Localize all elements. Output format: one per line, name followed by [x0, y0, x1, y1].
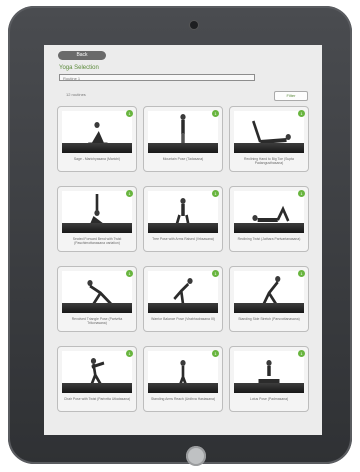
app-screen: Back Yoga Selection Routine 1 12 routine… [44, 45, 322, 435]
pose-photo [234, 111, 304, 153]
pose-card-frame: 1 Reclining Hand to Big Toe (Supta Padang… [229, 106, 309, 172]
pose-card-frame: 1 Revolved Triangle Pose (Parivrtta Triko… [57, 266, 137, 332]
pose-photo [234, 351, 304, 393]
pose-photo [234, 271, 304, 313]
floor-mat [62, 143, 132, 153]
pose-caption: Seated Forward Bend with Twist (Paschimo… [72, 237, 122, 245]
pose-card[interactable]: 1 Revolved Triangle Pose (Parivrtta Triko… [54, 263, 140, 335]
floor-mat [148, 383, 218, 393]
selected-badge[interactable]: 1 [212, 270, 219, 277]
pose-photo [148, 351, 218, 393]
selected-badge[interactable]: 1 [212, 110, 219, 117]
pose-caption: Warrior Balance Pose (Virabhadrasana III… [151, 317, 215, 321]
selected-badge[interactable]: 1 [126, 110, 133, 117]
pose-caption: Standing Arms Reach (Urdhva Hastasana) [150, 397, 216, 401]
floor-mat [148, 143, 218, 153]
pose-caption: Standing Side Stretch (Parsvottanasana) [238, 317, 300, 321]
pose-photo [148, 191, 218, 233]
pose-photo [148, 271, 218, 313]
filter-button[interactable]: Filter [274, 91, 308, 101]
pose-card[interactable]: 1 Reclining Hand to Big Toe (Supta Padang… [226, 103, 312, 175]
home-button[interactable] [186, 446, 206, 466]
back-button[interactable]: Back [58, 51, 106, 60]
routine-name-field[interactable]: Routine 1 [59, 74, 255, 81]
pose-card[interactable]: 1 Tree Pose with Arms Raised (Vrksasana) [140, 183, 226, 255]
selected-badge[interactable]: 1 [298, 270, 305, 277]
pose-card[interactable]: 1 Standing Arms Reach (Urdhva Hastasana) [140, 343, 226, 415]
pose-photo [62, 191, 132, 233]
selected-badge[interactable]: 1 [298, 190, 305, 197]
pose-caption: Mountain Pose (Tadasana) [162, 157, 204, 161]
floor-mat [62, 223, 132, 233]
pose-photo [148, 111, 218, 153]
pose-card-frame: 1 Mountain Pose (Tadasana) [143, 106, 223, 172]
selected-badge[interactable]: 1 [212, 350, 219, 357]
pose-caption: Chair Pose with Twist (Parivrtta Utkatas… [63, 397, 131, 401]
floor-mat [62, 383, 132, 393]
page-title: Yoga Selection [59, 65, 99, 71]
pose-card[interactable]: 1 Sage - Marichyasana (Marichi) [54, 103, 140, 175]
pose-card[interactable]: 1 Warrior Balance Pose (Virabhadrasana II… [140, 263, 226, 335]
list-header: 12 routines [66, 92, 86, 97]
floor-mat [148, 223, 218, 233]
selected-badge[interactable]: 1 [212, 190, 219, 197]
floor-mat [234, 223, 304, 233]
pose-card-frame: 1 Standing Side Stretch (Parsvottanasana) [229, 266, 309, 332]
pose-card[interactable]: 1 Lotus Pose (Padmasana) [226, 343, 312, 415]
pose-card-frame: 1 Seated Forward Bend with Twist (Paschim… [57, 186, 137, 252]
floor-mat [234, 143, 304, 153]
pose-photo [62, 111, 132, 153]
pose-caption: Revolved Triangle Pose (Parivrtta Trikon… [71, 317, 123, 325]
pose-card-frame: 1 Sage - Marichyasana (Marichi) [57, 106, 137, 172]
pose-photo [234, 191, 304, 233]
pose-card[interactable]: 1 Mountain Pose (Tadasana) [140, 103, 226, 175]
pose-photo [62, 271, 132, 313]
selected-badge[interactable]: 1 [298, 350, 305, 357]
pose-caption: Reclining Hand to Big Toe (Supta Padangu… [244, 157, 294, 165]
pose-card[interactable]: 1 Reclining Twist (Jathara Parivartanasan… [226, 183, 312, 255]
floor-mat [234, 383, 304, 393]
pose-card[interactable]: 1 Standing Side Stretch (Parsvottanasana) [226, 263, 312, 335]
pose-caption: Sage - Marichyasana (Marichi) [73, 157, 121, 161]
selected-badge[interactable]: 1 [126, 350, 133, 357]
pose-card-frame: 1 Chair Pose with Twist (Parivrtta Utkata… [57, 346, 137, 412]
pose-caption: Tree Pose with Arms Raised (Vrksasana) [152, 237, 214, 241]
pose-photo [62, 351, 132, 393]
floor-mat [234, 303, 304, 313]
pose-card-frame: 1 Standing Arms Reach (Urdhva Hastasana) [143, 346, 223, 412]
pose-caption: Reclining Twist (Jathara Parivartanasana… [237, 237, 301, 241]
pose-card-frame: 1 Lotus Pose (Padmasana) [229, 346, 309, 412]
pose-card-frame: 1 Reclining Twist (Jathara Parivartanasan… [229, 186, 309, 252]
camera-icon [190, 21, 198, 29]
floor-mat [148, 303, 218, 313]
pose-card[interactable]: 1 Seated Forward Bend with Twist (Paschim… [54, 183, 140, 255]
pose-card-frame: 1 Warrior Balance Pose (Virabhadrasana II… [143, 266, 223, 332]
selected-badge[interactable]: 1 [126, 270, 133, 277]
floor-mat [62, 303, 132, 313]
selected-badge[interactable]: 1 [126, 190, 133, 197]
pose-caption: Lotus Pose (Padmasana) [249, 397, 289, 401]
pose-card[interactable]: 1 Chair Pose with Twist (Parivrtta Utkata… [54, 343, 140, 415]
pose-card-frame: 1 Tree Pose with Arms Raised (Vrksasana) [143, 186, 223, 252]
selected-badge[interactable]: 1 [298, 110, 305, 117]
